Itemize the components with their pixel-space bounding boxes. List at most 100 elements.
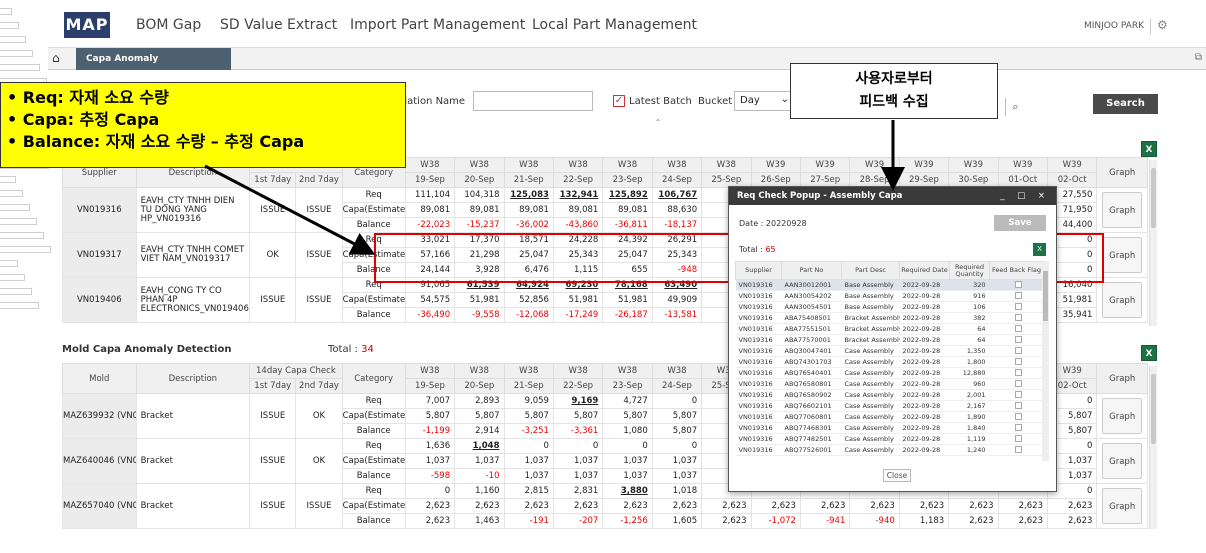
feedback-flag-cell [989,301,1044,313]
feedback-checkbox[interactable] [1014,280,1022,288]
nav-bom-gap[interactable]: BOM Gap [136,17,201,33]
excel-export-icon[interactable]: X [1141,141,1157,157]
popup-cell: Case Assembly [841,422,900,434]
value-cell: 1,080 [602,423,653,439]
popup-cell: ABQ77060801 [781,411,842,423]
feedback-checkbox[interactable] [1014,302,1022,310]
popup-row[interactable]: VN019316 ABQ30047401 Case Assembly 2022-09-… [735,345,1044,357]
popup-cell: ABQ77468301 [781,422,842,434]
popup-row[interactable]: VN019316 ABQ76602101 Case Assembly 2022-09-… [735,400,1044,412]
popup-cell: ABQ76602101 [781,400,842,412]
popup-close-button[interactable]: Close [883,469,911,482]
graph-button[interactable]: Graph [1102,398,1143,434]
week-header: W39 [948,157,999,173]
nav-sd-value-extract[interactable]: SD Value Extract [220,17,337,33]
value-cell: 1,183 [898,513,950,529]
legend-annotation: • Req: 자재 소요 수량 • Capa: 추정 Capa • Balanc… [0,82,406,168]
value-cell: 1,037 [651,453,703,469]
popup-row[interactable]: VN019316 ABQ77526001 Case Assembly 2022-09-… [735,444,1044,456]
popup-cell: 2022-09-28 [899,279,950,291]
graph-button[interactable]: Graph [1102,282,1143,318]
tab-capa-anomaly-detection[interactable]: Capa Anomaly Detection × [76,48,231,86]
feedback-checkbox[interactable] [1014,357,1022,365]
mold-cell: MAZ657040 (VN019317) [62,483,137,529]
mold-total: Total : 34 [328,344,374,355]
popup-window-controls[interactable]: _ □ × [1000,187,1050,205]
graph-button[interactable]: Graph [1102,443,1143,479]
supplier-cell: VN019406 [62,277,137,323]
value-cell: 5,807 [602,408,653,424]
popup-row[interactable]: VN019316 ABQ74301703 Case Assembly 2022-09-… [735,356,1044,368]
popup-row[interactable]: VN019316 ABQ77060801 Case Assembly 2022-09-… [735,411,1044,423]
first-7day-cell: ISSUE [249,483,297,529]
feedback-checkbox[interactable] [1014,324,1022,332]
window-restore-icon[interactable]: ⧉ [1195,52,1202,63]
week-header: W38 [602,363,653,379]
value-cell: -22,023 [404,217,456,233]
popup-cell: ABQ76580902 [781,389,842,401]
second-7day-cell: ISSUE [295,483,343,529]
collapse-filter-icon[interactable]: ⌃ [638,118,678,128]
app-logo[interactable]: MAP [64,12,110,38]
nav-local-part-management[interactable]: Local Part Management [532,17,697,33]
popup-excel-icon[interactable]: X [1033,243,1046,256]
popup-cell: Base Assembly [841,290,900,302]
popup-row[interactable]: VN019316 ABQ77468301 Case Assembly 2022-09-… [735,422,1044,434]
popup-row[interactable]: VN019316 ABA77551501 Bracket Assembly 2022-… [735,323,1044,335]
popup-row[interactable]: VN019316 ABQ76540401 Case Assembly 2022-09-… [735,367,1044,379]
week-header: W39 [898,157,950,173]
popup-column-header: Supplier [735,261,782,280]
feedback-checkbox[interactable] [1014,335,1022,343]
value-cell: 51,981 [602,292,653,308]
latest-batch-checkbox[interactable]: ✓ [613,95,625,107]
feedback-checkbox[interactable] [1014,412,1022,420]
graph-header: Graph [1096,157,1148,188]
feedback-checkbox[interactable] [1014,434,1022,442]
popup-row[interactable]: VN019316 ABA75408501 Bracket Assembly 2022-… [735,312,1044,324]
home-icon[interactable]: ⌂ [52,51,68,67]
feedback-checkbox[interactable] [1014,313,1022,321]
bucket-select[interactable]: Day ⌄ [734,91,794,111]
value-cell: 5,807 [454,408,505,424]
popup-save-button[interactable]: Save [994,215,1046,231]
popup-row[interactable]: VN019316 ABQ77482501 Case Assembly 2022-09-… [735,433,1044,445]
popup-row[interactable]: VN019316 AAN30054501 Base Assembly 2022-09-… [735,301,1044,313]
mold-table-scrollbar[interactable] [1149,366,1157,529]
popup-scrollbar[interactable] [1042,261,1049,461]
week-header: W38 [602,157,653,173]
decor-stripe [0,302,39,309]
feedback-checkbox[interactable] [1014,390,1022,398]
simulation-name-input[interactable]: ⌕ [473,91,1019,116]
feedback-checkbox[interactable] [1014,368,1022,376]
capa-table-scrollbar[interactable] [1149,160,1157,326]
feedback-checkbox[interactable] [1014,423,1022,431]
feedback-checkbox[interactable] [1014,379,1022,387]
popup-row[interactable]: VN019316 AAN30012001 Base Assembly 2022-09-… [735,279,1044,291]
feedback-checkbox[interactable] [1014,291,1022,299]
search-button[interactable]: Search [1093,94,1158,114]
category-cell: Capa(Estimated) [341,498,406,514]
popup-row[interactable]: VN019316 ABA77570001 Bracket Assembly 2022-… [735,334,1044,346]
second-7day-cell: OK [295,438,343,484]
mold-excel-export-icon[interactable]: X [1141,345,1157,361]
value-cell: 106,767 [651,187,703,203]
search-icon[interactable]: ⌕ [1005,98,1025,116]
graph-button[interactable]: Graph [1102,237,1143,273]
popup-cell: 1,890 [949,411,990,423]
week-header: W38 [651,363,703,379]
value-cell: 2,623 [849,498,900,514]
feedback-checkbox[interactable] [1014,401,1022,409]
user-settings-icon[interactable]: ⚙ [1150,18,1168,34]
nav-import-part-management[interactable]: Import Part Management [350,17,525,33]
value-cell: 132,941 [552,187,604,203]
popup-cell: Base Assembly [841,279,900,291]
value-cell: 2,623 [602,498,653,514]
popup-row[interactable]: VN019316 ABQ76580902 Case Assembly 2022-09-… [735,389,1044,401]
popup-row[interactable]: VN019316 ABQ76580801 Case Assembly 2022-09-… [735,378,1044,390]
feedback-checkbox[interactable] [1014,346,1022,354]
feedback-checkbox[interactable] [1014,445,1022,453]
graph-button[interactable]: Graph [1102,192,1143,228]
popup-cell: VN019316 [735,323,782,335]
popup-row[interactable]: VN019316 AAN30054202 Base Assembly 2022-09-… [735,290,1044,302]
graph-button[interactable]: Graph [1102,488,1143,524]
